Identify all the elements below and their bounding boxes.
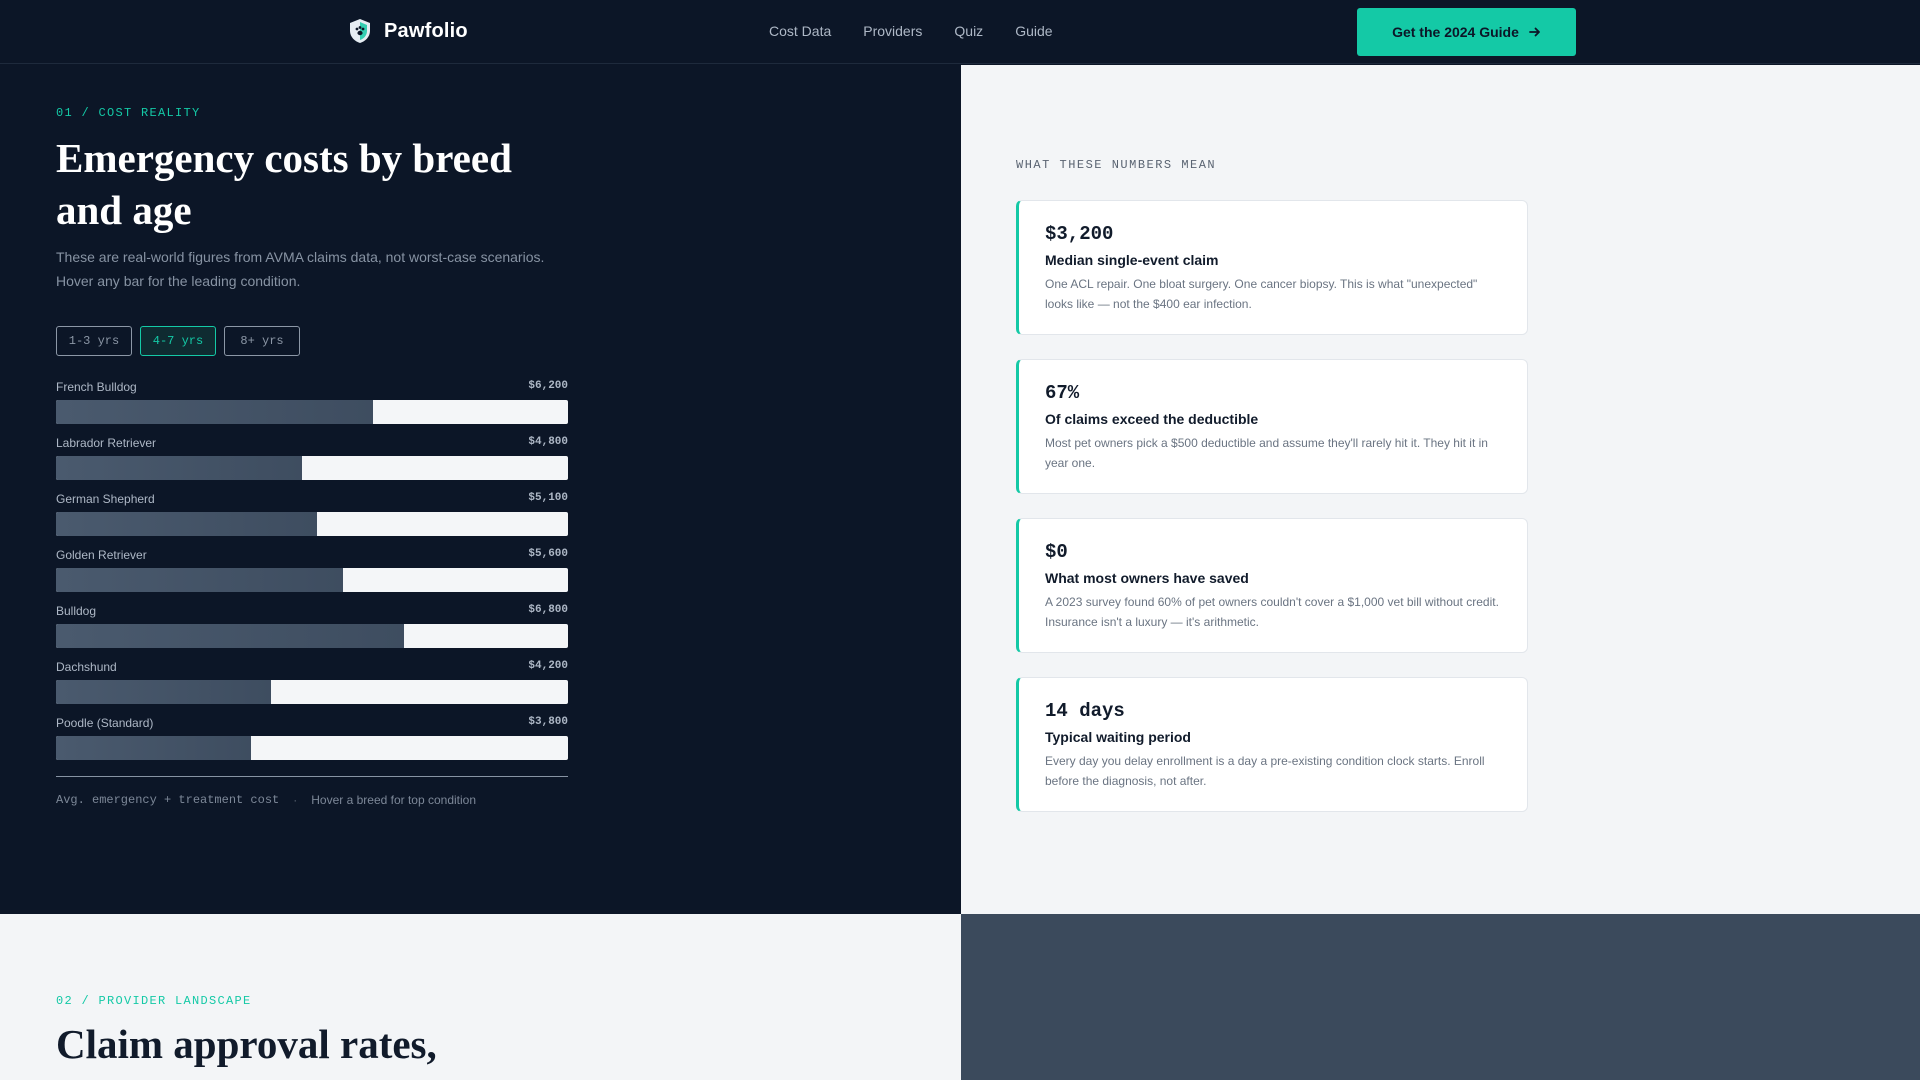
chart-bar-row[interactable]: Labrador Retriever $4,800 — [56, 434, 568, 490]
section-eyebrow: 01 / COST REALITY — [56, 106, 201, 120]
bar-label: Poodle (Standard) — [56, 716, 154, 730]
nav-link-quiz[interactable]: Quiz — [954, 23, 983, 39]
chart-bar-row[interactable]: German Shepherd $5,100 — [56, 490, 568, 546]
brand-logo[interactable]: Pawfolio — [348, 18, 468, 44]
shield-paw-icon — [350, 19, 370, 43]
bar-label: Dachshund — [56, 660, 117, 674]
brand-name: Pawfolio — [384, 19, 468, 42]
bar-fill — [56, 736, 251, 760]
nav-link-guide[interactable]: Guide — [1015, 23, 1052, 39]
bar-value-label: $5,100 — [528, 492, 568, 504]
bar-fill — [56, 680, 272, 704]
bar-value-label: $4,800 — [528, 436, 568, 448]
nav-link-providers[interactable]: Providers — [863, 23, 922, 39]
bar-value-label: $4,200 — [528, 660, 568, 672]
bar-track — [56, 568, 568, 592]
bar-value-label: $3,800 — [528, 716, 568, 728]
bar-label: French Bulldog — [56, 380, 137, 394]
bar-fill — [56, 568, 343, 592]
insight-value: 67% — [1045, 382, 1080, 404]
bar-label: Golden Retriever — [56, 548, 147, 562]
provider-visual-panel — [961, 914, 1920, 1080]
insight-value: 14 days — [1045, 700, 1125, 722]
insight-card: 67% Of claims exceed the deductible Most… — [1016, 359, 1528, 494]
chart-bar-row[interactable]: Dachshund $4,200 — [56, 658, 568, 714]
bar-track — [56, 456, 568, 480]
insight-description: A 2023 survey found 60% of pet owners co… — [1045, 595, 1499, 629]
chart-metric-label: Avg. emergency + treatment cost — [56, 793, 280, 807]
insights-eyebrow: WHAT THESE NUMBERS MEAN — [1016, 158, 1217, 172]
top-navbar: Pawfolio Cost Data Providers Quiz Guide … — [0, 0, 1920, 64]
insight-description: Every day you delay enrollment is a day … — [1045, 754, 1485, 788]
insight-title: Of claims exceed the deductible — [1045, 411, 1259, 427]
bar-label: Labrador Retriever — [56, 436, 157, 450]
footer-separator: · — [293, 793, 298, 807]
bar-fill — [56, 512, 318, 536]
tab-4-7-yrs[interactable]: 4-7 yrs — [140, 326, 216, 356]
bar-fill — [56, 400, 374, 424]
chart-divider — [56, 776, 568, 777]
chart-hint: Hover a breed for top condition — [311, 793, 477, 807]
bar-fill — [56, 624, 405, 648]
section2-heading: Claim approval rates, — [56, 1021, 437, 1067]
insight-card: $0 What most owners have saved A 2023 su… — [1016, 518, 1528, 653]
insight-description: One ACL repair. One bloat surgery. One c… — [1045, 277, 1478, 311]
insight-title: Typical waiting period — [1045, 729, 1191, 745]
chart-bar-row[interactable]: Golden Retriever $5,600 — [56, 546, 568, 602]
get-guide-button[interactable]: Get the 2024 Guide — [1357, 8, 1576, 56]
chart-bar-row[interactable]: French Bulldog $6,200 — [56, 378, 568, 434]
age-filter-tabs: 1-3 yrs 4-7 yrs 8+ yrs — [56, 326, 300, 356]
breed-cost-chart: French Bulldog $6,200 Labrador Retriever $4… — [56, 378, 568, 770]
insight-card: $3,200 Median single-event claim One ACL… — [1016, 200, 1528, 335]
chart-footer: Avg. emergency + treatment cost · Hover … — [56, 793, 476, 807]
nav-link-cost-data[interactable]: Cost Data — [769, 23, 831, 39]
bar-track — [56, 736, 568, 760]
insight-title: Median single-event claim — [1045, 252, 1219, 268]
section2-eyebrow: 02 / PROVIDER LANDSCAPE — [56, 994, 252, 1008]
bar-track — [56, 512, 568, 536]
main-nav: Cost Data Providers Quiz Guide — [769, 23, 1053, 39]
bar-track — [56, 680, 568, 704]
insight-card: 14 days Typical waiting period Every day… — [1016, 677, 1528, 812]
insight-description: Most pet owners pick a $500 deductible a… — [1045, 436, 1488, 470]
section-subtext: These are real-world figures from AVMA c… — [56, 249, 545, 289]
provider-landscape-section: 02 / PROVIDER LANDSCAPE Claim approval r… — [0, 914, 961, 1080]
tab-8-plus-yrs[interactable]: 8+ yrs — [224, 326, 300, 356]
section-heading: Emergency costs by breed and age — [56, 135, 512, 233]
bar-label: Bulldog — [56, 604, 97, 618]
bar-track — [56, 400, 568, 424]
arrow-right-icon — [1529, 27, 1540, 37]
get-guide-label: Get the 2024 Guide — [1392, 24, 1519, 40]
bar-value-label: $6,800 — [528, 604, 568, 616]
insights-panel: WHAT THESE NUMBERS MEAN $3,200 Median si… — [961, 65, 1920, 914]
bar-value-label: $6,200 — [528, 380, 568, 392]
insight-value: $3,200 — [1045, 223, 1114, 245]
tab-1-3-yrs[interactable]: 1-3 yrs — [56, 326, 132, 356]
insight-value: $0 — [1045, 541, 1068, 563]
chart-bar-row[interactable]: Poodle (Standard) $3,800 — [56, 714, 568, 770]
bar-track — [56, 624, 568, 648]
bar-fill — [56, 456, 302, 480]
bar-value-label: $5,600 — [528, 548, 568, 560]
bar-label: German Shepherd — [56, 492, 155, 506]
chart-bar-row[interactable]: Bulldog $6,800 — [56, 602, 568, 658]
insight-title: What most owners have saved — [1045, 570, 1249, 586]
